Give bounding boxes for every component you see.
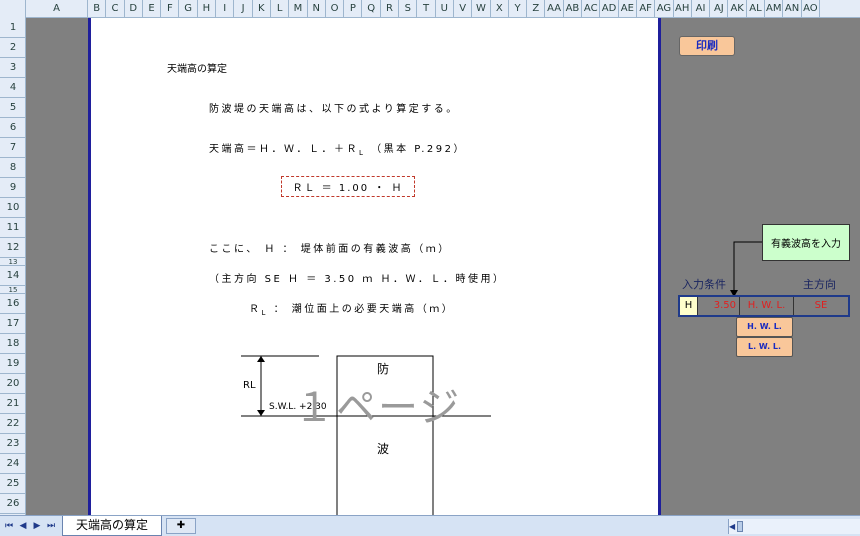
column-header-c[interactable]: C [106, 0, 125, 18]
column-header-b[interactable]: B [88, 0, 107, 18]
horizontal-scrollbar[interactable]: ◀ [728, 519, 860, 534]
column-header-ao[interactable]: AO [802, 0, 820, 18]
row-header-14[interactable]: 14 [0, 266, 25, 286]
note-arrow [730, 241, 762, 297]
column-header-m[interactable]: M [289, 0, 308, 18]
insert-sheet-icon[interactable]: ✚ [166, 518, 196, 534]
row-header-21[interactable]: 21 [0, 394, 25, 414]
column-header-ai[interactable]: AI [692, 0, 711, 18]
last-sheet-icon[interactable]: ⏭ [45, 519, 57, 533]
column-header-y[interactable]: Y [509, 0, 528, 18]
input-note-box: 有義波高を入力 [762, 224, 850, 261]
column-header-g[interactable]: G [180, 0, 198, 18]
row-header-20[interactable]: 20 [0, 374, 25, 394]
column-header-ae[interactable]: AE [619, 0, 637, 18]
direction-select[interactable]: SE [793, 297, 848, 315]
row-header-5[interactable]: 5 [0, 98, 25, 118]
row-header-19[interactable]: 19 [0, 354, 25, 374]
column-header-j[interactable]: J [234, 0, 253, 18]
wave-height-input[interactable]: 3.50 [699, 297, 739, 315]
hwl-option-button[interactable]: H. W. L. [736, 317, 793, 337]
next-sheet-icon[interactable]: ▶ [31, 519, 43, 533]
row-header-17[interactable]: 17 [0, 314, 25, 334]
row-header-9[interactable]: 9 [0, 178, 25, 198]
print-button[interactable]: 印刷 [679, 36, 735, 56]
column-header-o[interactable]: O [326, 0, 345, 18]
column-header-bar: A B C D E F G H I J K L M N O P Q R S T U V W X Y Z AA AB AC AD AE AF AG… [0, 0, 860, 18]
input-conditions-label: 入力条件 [682, 278, 726, 291]
column-header-ad[interactable]: AD [600, 0, 619, 18]
column-header-al[interactable]: AL [747, 0, 766, 18]
select-all-corner[interactable] [0, 0, 26, 18]
column-header-s[interactable]: S [399, 0, 418, 18]
row-header-6[interactable]: 6 [0, 118, 25, 138]
column-header-f[interactable]: F [161, 0, 180, 18]
direction-label: 主方向 [803, 278, 836, 291]
column-header-w[interactable]: W [472, 0, 491, 18]
lwl-option-button[interactable]: L. W. L. [736, 337, 793, 357]
column-header-ak[interactable]: AK [729, 0, 747, 18]
first-sheet-icon[interactable]: ⏮ [3, 519, 15, 533]
column-header-ac[interactable]: AC [582, 0, 601, 18]
column-header-i[interactable]: I [216, 0, 235, 18]
input-conditions-row: H 3.50 H. W. L. SE [678, 295, 850, 317]
row-header-12[interactable]: 12 [0, 238, 25, 258]
row-header-26[interactable]: 26 [0, 494, 25, 514]
prev-sheet-icon[interactable]: ◀ [17, 519, 29, 533]
column-header-u[interactable]: U [436, 0, 454, 18]
column-header-k[interactable]: K [253, 0, 271, 18]
column-header-a[interactable]: A [26, 0, 88, 18]
row-header-23[interactable]: 23 [0, 434, 25, 454]
diagram-rl-label: RL [243, 380, 256, 391]
column-header-an[interactable]: AN [783, 0, 802, 18]
row-header-16[interactable]: 16 [0, 294, 25, 314]
column-header-l[interactable]: L [271, 0, 290, 18]
column-header-ah[interactable]: AH [674, 0, 692, 18]
row-header-10[interactable]: 10 [0, 198, 25, 218]
wave-height-label: H [680, 297, 698, 315]
row-header-4[interactable]: 4 [0, 78, 25, 98]
row-header-13[interactable]: 13 [0, 258, 25, 266]
print-page: 天端高の算定 防波堤の天端高は、以下の式より算定する。 天端高＝Ｈ．Ｗ．Ｌ．＋Ｒ… [88, 18, 661, 515]
row-header-3[interactable]: 3 [0, 58, 25, 78]
column-header-d[interactable]: D [125, 0, 143, 18]
column-header-am[interactable]: AM [765, 0, 784, 18]
column-header-p[interactable]: P [344, 0, 363, 18]
row-header-15[interactable]: 15 [0, 286, 25, 294]
column-header-af[interactable]: AF [637, 0, 656, 18]
tide-level-select[interactable]: H. W. L. [739, 297, 793, 315]
column-header-n[interactable]: N [308, 0, 326, 18]
breakwater-diagram [241, 355, 491, 515]
diagram-box-bottom-label: 波 [377, 442, 390, 456]
column-header-x[interactable]: X [491, 0, 509, 18]
sheet-tab-active[interactable]: 天端高の算定 [62, 516, 162, 536]
row-header-25[interactable]: 25 [0, 474, 25, 494]
column-header-q[interactable]: Q [363, 0, 381, 18]
row-header-7[interactable]: 7 [0, 138, 25, 158]
row-header-8[interactable]: 8 [0, 158, 25, 178]
scroll-left-icon[interactable]: ◀ [729, 519, 737, 534]
page-watermark: １ページ [294, 385, 462, 431]
column-header-h[interactable]: H [198, 0, 217, 18]
row-header-1[interactable]: 1 [0, 18, 25, 38]
row-header-24[interactable]: 24 [0, 454, 25, 474]
column-header-ag[interactable]: AG [655, 0, 674, 18]
row-header-22[interactable]: 22 [0, 414, 25, 434]
row-header-11[interactable]: 11 [0, 218, 25, 238]
column-header-aj[interactable]: AJ [710, 0, 729, 18]
row-header-bar: 1 2 3 4 5 6 7 8 9 10 11 12 13 14 15 16 17 18 19 20 21 22 23 24 2… [0, 18, 26, 515]
column-header-ab[interactable]: AB [564, 0, 583, 18]
column-header-e[interactable]: E [143, 0, 162, 18]
row-header-2[interactable]: 2 [0, 38, 25, 58]
sheet-tab-bar: ⏮ ◀ ▶ ⏭ 天端高の算定 ✚ ◀ [0, 515, 860, 536]
column-header-t[interactable]: T [417, 0, 436, 18]
column-header-aa[interactable]: AA [546, 0, 564, 18]
column-header-v[interactable]: V [454, 0, 473, 18]
row-header-18[interactable]: 18 [0, 334, 25, 354]
scroll-thumb[interactable] [737, 521, 743, 532]
column-header-r[interactable]: R [381, 0, 400, 18]
non-print-area-left [26, 18, 88, 515]
column-header-z[interactable]: Z [527, 0, 546, 18]
